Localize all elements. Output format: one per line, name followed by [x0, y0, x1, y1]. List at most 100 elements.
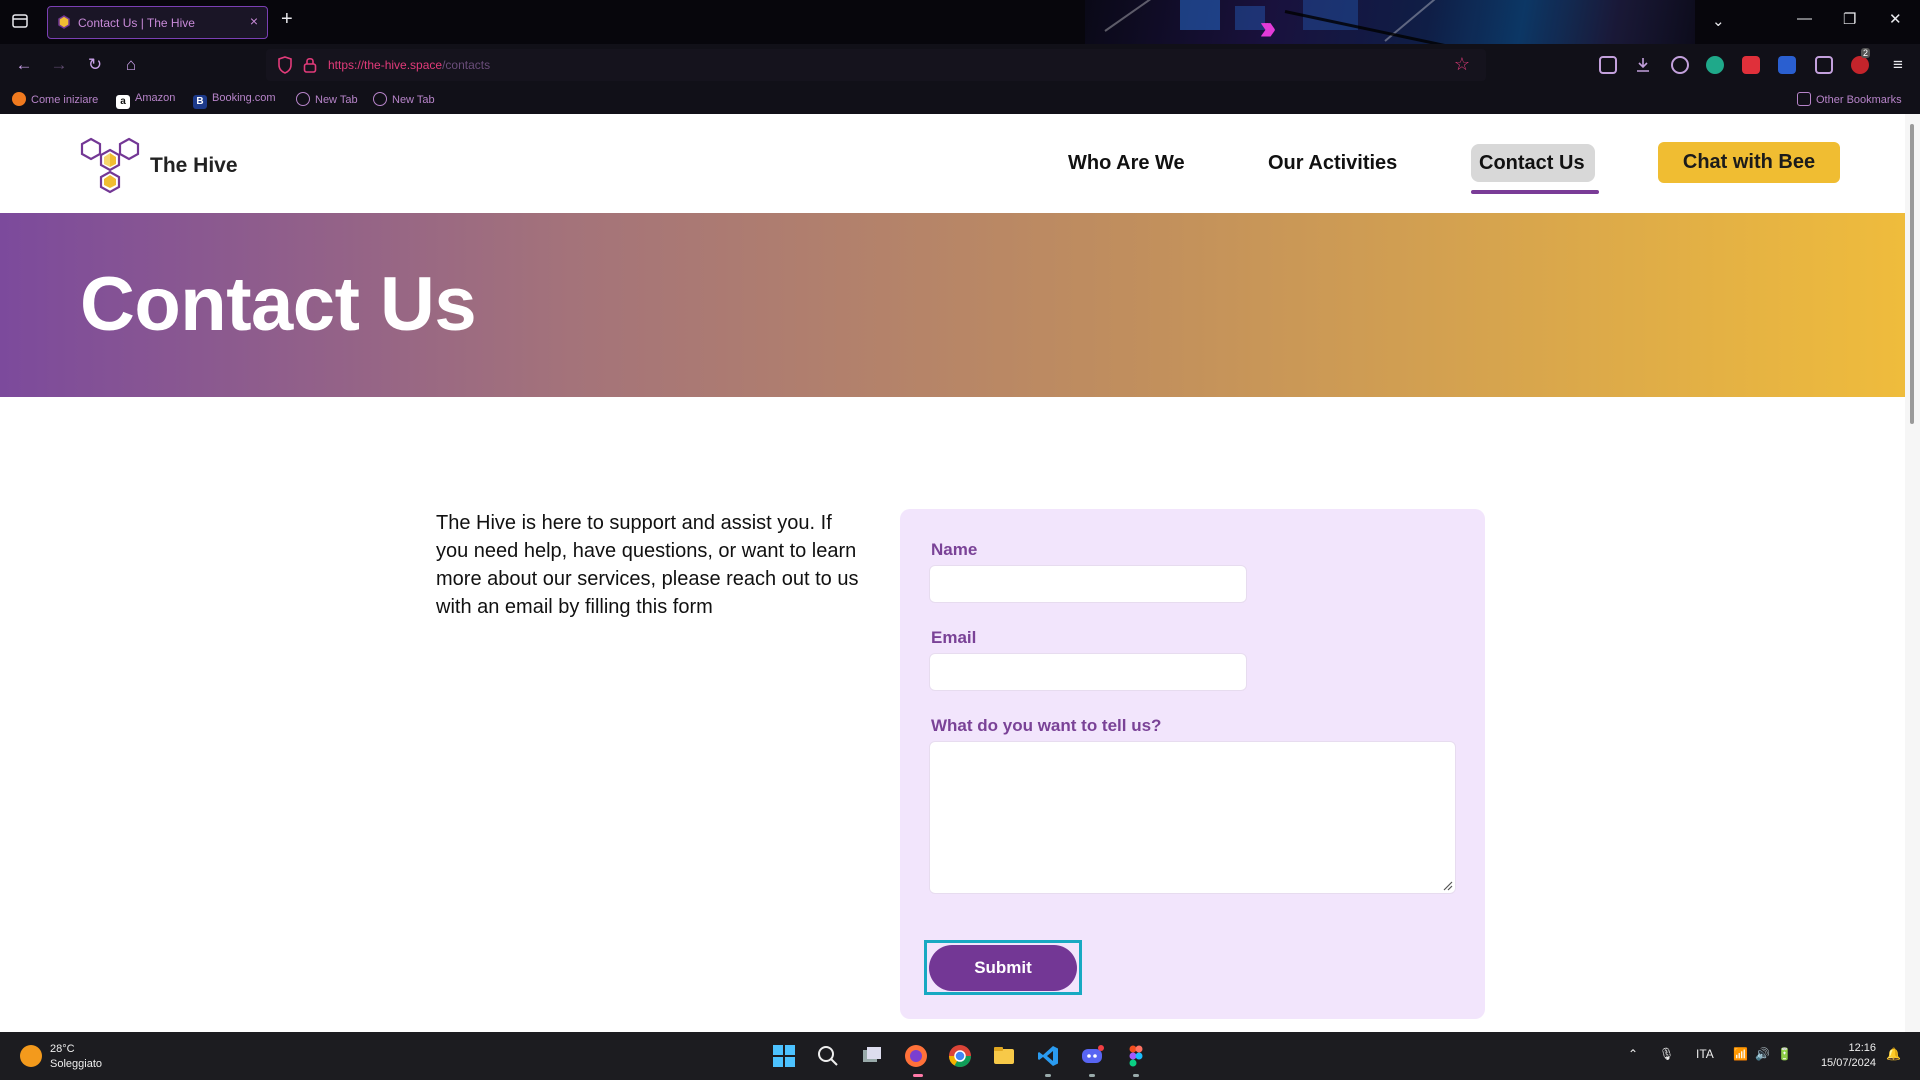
notifications-icon[interactable]: 🔔	[1886, 1047, 1901, 1061]
bookmark-label: Amazon	[135, 92, 176, 104]
bookmark-new-tab-2[interactable]: New Tab	[373, 92, 435, 106]
file-explorer-icon[interactable]	[992, 1044, 1016, 1068]
bookmark-label: New Tab	[315, 94, 358, 106]
bookmark-star-icon[interactable]: ☆	[1454, 54, 1470, 75]
ublock-icon[interactable]: 2	[1851, 48, 1871, 74]
new-tab-button[interactable]: +	[281, 8, 293, 31]
lock-icon[interactable]	[303, 56, 317, 74]
tracking-protection-icon[interactable]	[277, 56, 293, 74]
hive-logo-icon[interactable]	[80, 136, 140, 194]
nav-active-underline	[1471, 190, 1599, 194]
booking-icon: B	[193, 95, 207, 109]
page-title: Contact Us	[80, 262, 477, 347]
account-icon[interactable]	[1671, 56, 1689, 74]
extension-bitwarden-icon[interactable]	[1778, 56, 1796, 74]
figma-icon[interactable]	[1124, 1044, 1148, 1068]
firefox-bookmark-icon	[12, 92, 26, 106]
extension-a-icon[interactable]	[1706, 56, 1724, 74]
other-bookmarks[interactable]: Other Bookmarks	[1797, 92, 1902, 106]
clock-date: 15/07/2024	[1820, 1057, 1876, 1069]
figma-running-indicator	[1133, 1074, 1139, 1077]
system-clock[interactable]: 12:16 15/07/2024	[1810, 1041, 1876, 1071]
minimize-button[interactable]: —	[1797, 10, 1812, 27]
submit-button[interactable]: Submit	[929, 945, 1077, 991]
microphone-icon[interactable]: 🎙	[1659, 1047, 1674, 1061]
tab-close-icon[interactable]: ×	[250, 13, 258, 29]
bookmark-new-tab-1[interactable]: New Tab	[296, 92, 358, 106]
firefox-icon[interactable]	[904, 1044, 928, 1068]
weather-temperature[interactable]: 28°C	[50, 1043, 75, 1055]
vscode-icon[interactable]	[1036, 1044, 1060, 1068]
forward-icon[interactable]: →	[47, 53, 71, 77]
chrome-icon[interactable]	[948, 1044, 972, 1068]
language-indicator[interactable]: ITA	[1696, 1047, 1714, 1061]
message-textarea[interactable]	[929, 741, 1456, 894]
web-page: The Hive Who Are We Our Activities Conta…	[0, 114, 1920, 1032]
vscode-running-indicator	[1045, 1074, 1051, 1077]
discord-running-indicator	[1089, 1074, 1095, 1077]
tab-contact-us[interactable]: Contact Us | The Hive ×	[47, 6, 268, 39]
start-icon[interactable]	[772, 1044, 796, 1068]
url-host: https://the-hive.space	[328, 58, 443, 72]
task-view-icon[interactable]	[860, 1044, 884, 1068]
bookmarks-toolbar: Come iniziare a Amazon B Booking.com New T…	[0, 86, 1920, 114]
nav-contact-us[interactable]: Contact Us	[1479, 152, 1585, 175]
hive-favicon-icon	[58, 15, 70, 29]
tab-list-icon[interactable]	[10, 12, 30, 32]
windows-taskbar: 28°C Soleggiato ⌃ 🎙 ITA 📶 🔊 🔋 12:16 15/0…	[0, 1032, 1920, 1080]
url-text: https://the-hive.space/contacts	[328, 58, 490, 72]
firefox-active-indicator	[913, 1074, 923, 1077]
name-field[interactable]	[929, 565, 1247, 603]
battery-icon[interactable]: 🔋	[1777, 1047, 1792, 1061]
chat-with-bee-button[interactable]: Chat with Bee	[1658, 142, 1840, 183]
extension-lock-icon[interactable]	[1742, 56, 1760, 74]
browser-toolbar: ← → ↻ ⌂ https://the-hive.space/contacts …	[0, 44, 1920, 86]
menu-hamburger-icon[interactable]: ≡	[1886, 53, 1910, 77]
bookmark-come-iniziare[interactable]: Come iniziare	[12, 92, 98, 106]
email-field[interactable]	[929, 653, 1247, 691]
resize-handle-icon[interactable]	[1441, 879, 1453, 891]
amazon-icon: a	[116, 95, 130, 109]
nav-our-activities[interactable]: Our Activities	[1268, 152, 1397, 175]
address-bar[interactable]: https://the-hive.space/contacts ☆	[266, 49, 1486, 81]
weather-description[interactable]: Soleggiato	[50, 1058, 102, 1070]
clock-time: 12:16	[1848, 1042, 1876, 1054]
reload-icon[interactable]: ↻	[83, 53, 107, 77]
brand-name[interactable]: The Hive	[150, 154, 238, 178]
email-label: Email	[931, 628, 977, 647]
nav-who-are-we[interactable]: Who Are We	[1068, 152, 1185, 175]
home-icon[interactable]: ⌂	[119, 53, 143, 77]
scrollbar-thumb[interactable]	[1910, 124, 1914, 424]
tab-title: Contact Us | The Hive	[78, 16, 195, 30]
folder-icon	[1797, 92, 1811, 106]
wifi-icon[interactable]: 📶	[1733, 1047, 1748, 1061]
bookmark-label: Come iniziare	[31, 94, 99, 106]
list-all-tabs-icon[interactable]: ⌄	[1712, 12, 1725, 30]
name-label: Name	[931, 540, 978, 559]
message-label: What do you want to tell us?	[931, 716, 1162, 735]
hero-banner: Contact Us	[0, 213, 1905, 397]
browser-tab-strip: ››› Contact Us | The Hive × + ⌄ — ❐ ✕	[0, 0, 1920, 44]
contact-form: Name Email What do you want to tell us? …	[900, 509, 1485, 1019]
volume-icon[interactable]: 🔊	[1755, 1047, 1770, 1061]
bookmark-label: New Tab	[392, 94, 435, 106]
downloads-icon[interactable]	[1634, 56, 1652, 74]
bookmark-amazon[interactable]: a Amazon	[116, 92, 175, 109]
page-scrollbar[interactable]	[1905, 114, 1920, 1032]
show-hidden-icons-icon[interactable]: ⌃	[1628, 1047, 1638, 1061]
close-window-button[interactable]: ✕	[1889, 10, 1902, 28]
pocket-icon[interactable]	[1599, 56, 1617, 74]
site-header: The Hive Who Are We Our Activities Conta…	[0, 114, 1905, 213]
globe-icon	[373, 92, 387, 106]
globe-icon	[296, 92, 310, 106]
other-bookmarks-label: Other Bookmarks	[1816, 94, 1902, 106]
bookmark-label: Booking.com	[212, 92, 276, 104]
intro-paragraph: The Hive is here to support and assist y…	[436, 512, 859, 618]
bookmark-booking[interactable]: B Booking.com	[193, 92, 276, 109]
back-icon[interactable]: ←	[12, 53, 36, 77]
search-icon[interactable]	[816, 1044, 840, 1068]
restore-button[interactable]: ❐	[1843, 10, 1856, 28]
sun-icon[interactable]	[20, 1045, 42, 1067]
discord-icon[interactable]	[1080, 1044, 1104, 1068]
extensions-puzzle-icon[interactable]	[1815, 56, 1833, 74]
